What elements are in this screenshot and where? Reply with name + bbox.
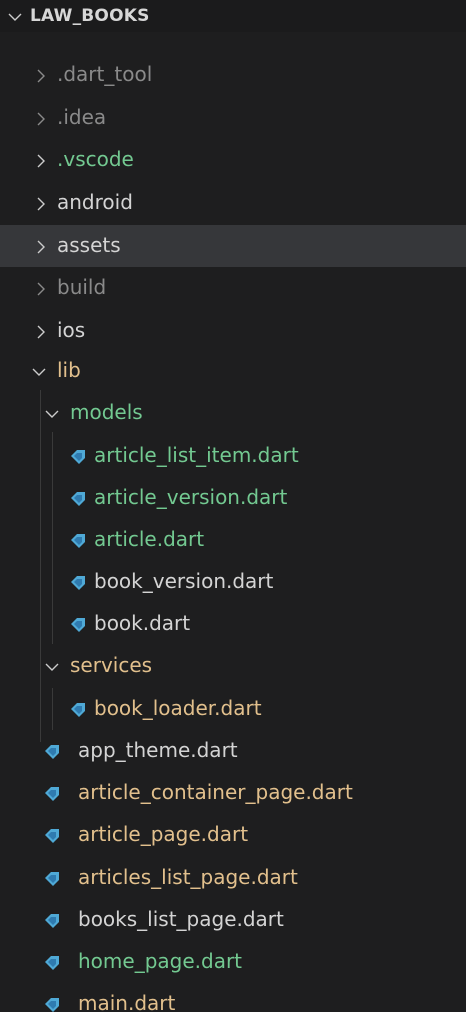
tree-item-file[interactable]: article.dart: [0, 519, 466, 561]
file-explorer: LAW_BOOKS .dart_tool .idea .vscode andro…: [0, 0, 466, 1012]
chevron-right-icon[interactable]: [34, 240, 48, 254]
dart-file-icon: [71, 534, 85, 548]
tree-item-label: .vscode: [57, 147, 134, 171]
dart-file-icon: [45, 872, 59, 886]
dart-file-icon: [71, 618, 85, 632]
tree-item-label: .dart_tool: [57, 62, 153, 86]
chevron-right-icon[interactable]: [34, 282, 48, 296]
tree-item-file[interactable]: book_version.dart: [0, 561, 466, 603]
tree-item-file[interactable]: article_version.dart: [0, 477, 466, 519]
tree-item-label: book.dart: [94, 611, 191, 635]
dart-file-icon: [71, 492, 85, 506]
tree-item-label: book_loader.dart: [94, 696, 262, 720]
dart-file-icon: [71, 703, 85, 717]
tree-item-label: services: [70, 653, 153, 677]
tree-item-build[interactable]: build: [0, 267, 466, 309]
dart-file-icon: [45, 998, 59, 1012]
tree-item-idea[interactable]: .idea: [0, 97, 466, 139]
dart-file-icon: [71, 450, 85, 464]
dart-file-icon: [45, 914, 59, 928]
tree-item-label: android: [57, 190, 133, 214]
tree-item-label: lib: [57, 358, 81, 382]
tree-item-label: book_version.dart: [94, 569, 274, 593]
dart-file-icon: [45, 745, 59, 759]
tree-item-label: article.dart: [94, 527, 205, 551]
tree-item-services[interactable]: services: [0, 645, 466, 687]
tree-item-assets[interactable]: assets: [0, 225, 466, 267]
tree-item-file[interactable]: article_page.dart: [0, 814, 466, 856]
tree-item-dart-tool[interactable]: .dart_tool: [0, 54, 466, 96]
tree-item-label: article_page.dart: [78, 822, 249, 846]
tree-item-android[interactable]: android: [0, 182, 466, 224]
tree-item-file[interactable]: main.dart: [0, 983, 466, 1012]
chevron-right-icon[interactable]: [34, 325, 48, 339]
chevron-right-icon[interactable]: [34, 197, 48, 211]
tree-item-file[interactable]: books_list_page.dart: [0, 899, 466, 941]
tree-item-label: app_theme.dart: [78, 738, 238, 762]
tree-item-label: models: [70, 400, 143, 424]
chevron-down-icon[interactable]: [8, 10, 22, 24]
tree-item-label: build: [57, 275, 107, 299]
tree-item-file[interactable]: home_page.dart: [0, 941, 466, 983]
tree-item-file[interactable]: app_theme.dart: [0, 730, 466, 772]
tree-item-file[interactable]: book_loader.dart: [0, 688, 466, 730]
tree-item-label: assets: [57, 233, 121, 257]
tree-item-label: ios: [57, 318, 86, 342]
tree-item-lib[interactable]: lib: [0, 350, 466, 392]
chevron-down-icon[interactable]: [45, 660, 59, 674]
tree-item-label: home_page.dart: [78, 949, 243, 973]
tree-item-file[interactable]: book.dart: [0, 603, 466, 645]
tree-item-label: article_version.dart: [94, 485, 288, 509]
tree-item-file[interactable]: article_list_item.dart: [0, 435, 466, 477]
dart-file-icon: [71, 576, 85, 590]
tree-item-file[interactable]: article_container_page.dart: [0, 772, 466, 814]
tree-item-vscode[interactable]: .vscode: [0, 139, 466, 181]
tree-item-ios[interactable]: ios: [0, 310, 466, 352]
chevron-down-icon[interactable]: [45, 407, 59, 421]
tree-item-label: article_list_item.dart: [94, 443, 299, 467]
tree-item-file[interactable]: articles_list_page.dart: [0, 857, 466, 899]
dart-file-icon: [45, 956, 59, 970]
tree-item-label: articles_list_page.dart: [78, 865, 298, 889]
tree-item-label: article_container_page.dart: [78, 780, 353, 804]
chevron-right-icon[interactable]: [34, 112, 48, 126]
chevron-down-icon[interactable]: [32, 365, 46, 379]
chevron-right-icon[interactable]: [34, 69, 48, 83]
dart-file-icon: [45, 829, 59, 843]
chevron-right-icon[interactable]: [34, 154, 48, 168]
tree-item-label: main.dart: [78, 991, 176, 1012]
root-folder-label: LAW_BOOKS: [30, 6, 150, 26]
tree-item-label: books_list_page.dart: [78, 907, 284, 931]
explorer-root-folder[interactable]: LAW_BOOKS: [0, 0, 466, 32]
tree-item-models[interactable]: models: [0, 392, 466, 434]
dart-file-icon: [45, 787, 59, 801]
tree-item-label: .idea: [57, 105, 107, 129]
